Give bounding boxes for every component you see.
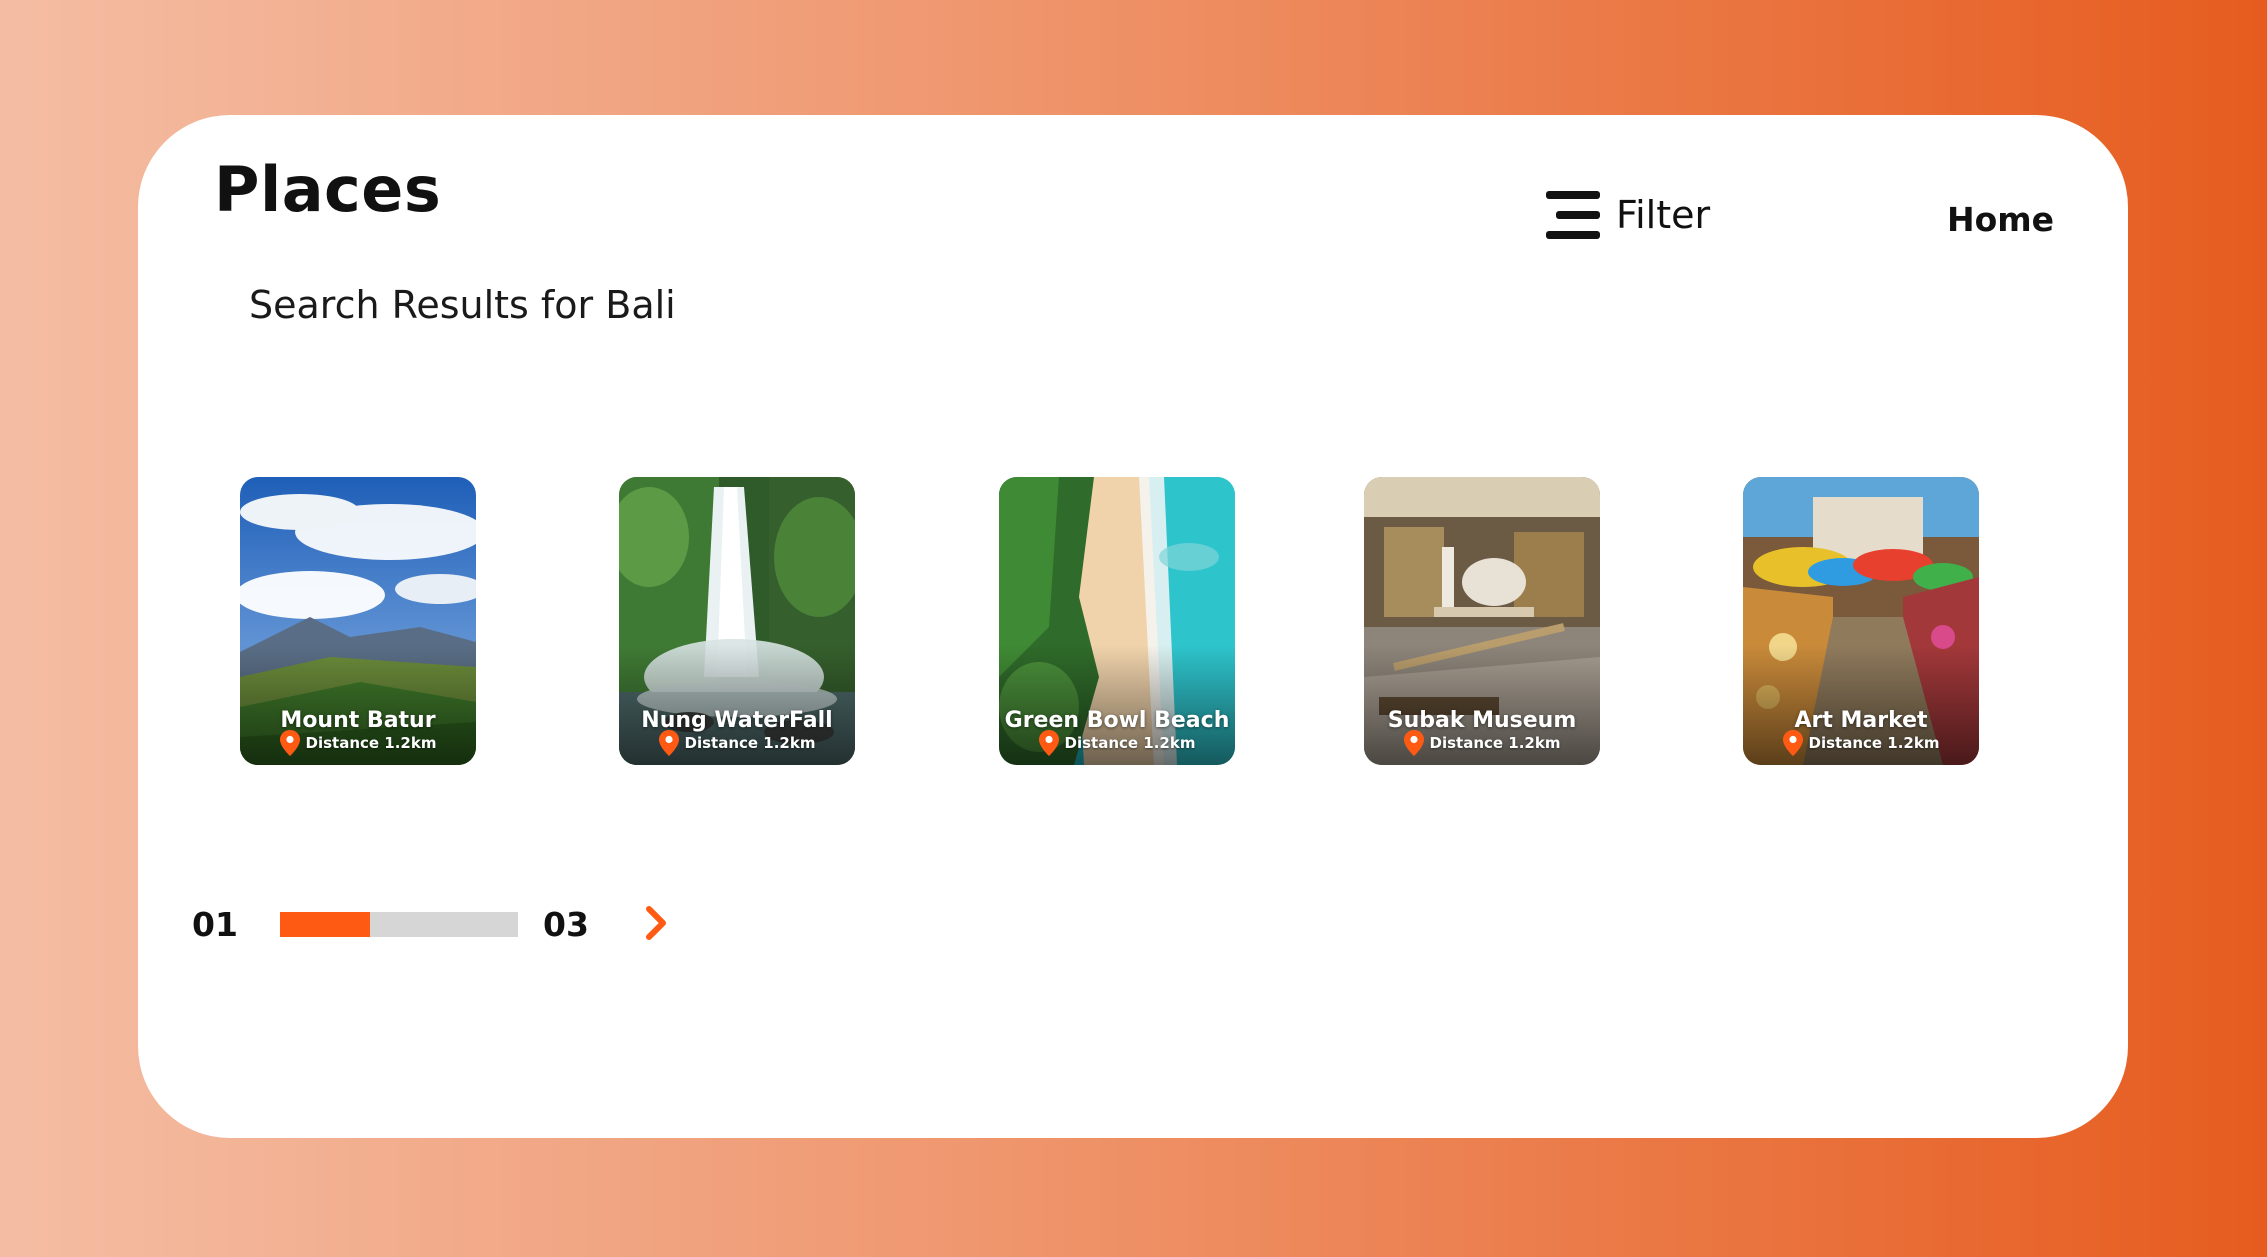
filter-button[interactable]: Filter — [1546, 185, 1710, 245]
places-panel: Places Search Results for Bali Filter Ho… — [138, 115, 2128, 1138]
place-card-mount-batur[interactable]: Mount Batur Distance 1.2km — [240, 477, 476, 765]
home-link[interactable]: Home — [1947, 200, 2054, 239]
place-card-nung-waterfall[interactable]: Nung WaterFall Distance 1.2km — [619, 477, 855, 765]
location-pin-icon — [1038, 730, 1059, 756]
filter-icon — [1546, 191, 1600, 239]
filter-label: Filter — [1616, 193, 1711, 237]
page-title: Places — [214, 153, 442, 226]
pager-progress-fill — [280, 912, 371, 937]
place-distance: Distance 1.2km — [1743, 730, 1979, 756]
distance-label: Distance 1.2km — [684, 734, 816, 752]
location-pin-icon — [279, 730, 300, 756]
distance-label: Distance 1.2km — [1429, 734, 1561, 752]
distance-label: Distance 1.2km — [1808, 734, 1940, 752]
place-distance: Distance 1.2km — [619, 730, 855, 756]
place-card-subak-museum[interactable]: Subak Museum Distance 1.2km — [1364, 477, 1600, 765]
pager-total: 03 — [543, 905, 589, 944]
place-distance: Distance 1.2km — [1364, 730, 1600, 756]
chevron-right-icon[interactable] — [636, 903, 676, 943]
place-distance: Distance 1.2km — [999, 730, 1235, 756]
location-pin-icon — [1782, 730, 1803, 756]
location-pin-icon — [658, 730, 679, 756]
distance-label: Distance 1.2km — [1064, 734, 1196, 752]
distance-label: Distance 1.2km — [305, 734, 437, 752]
pager-progress-track — [280, 912, 518, 937]
place-distance: Distance 1.2km — [240, 730, 476, 756]
place-card-green-bowl-beach[interactable]: Green Bowl Beach Distance 1.2km — [999, 477, 1235, 765]
search-results-heading: Search Results for Bali — [249, 283, 676, 327]
place-card-art-market[interactable]: Art Market Distance 1.2km — [1743, 477, 1979, 765]
pager-current: 01 — [192, 905, 238, 944]
location-pin-icon — [1403, 730, 1424, 756]
